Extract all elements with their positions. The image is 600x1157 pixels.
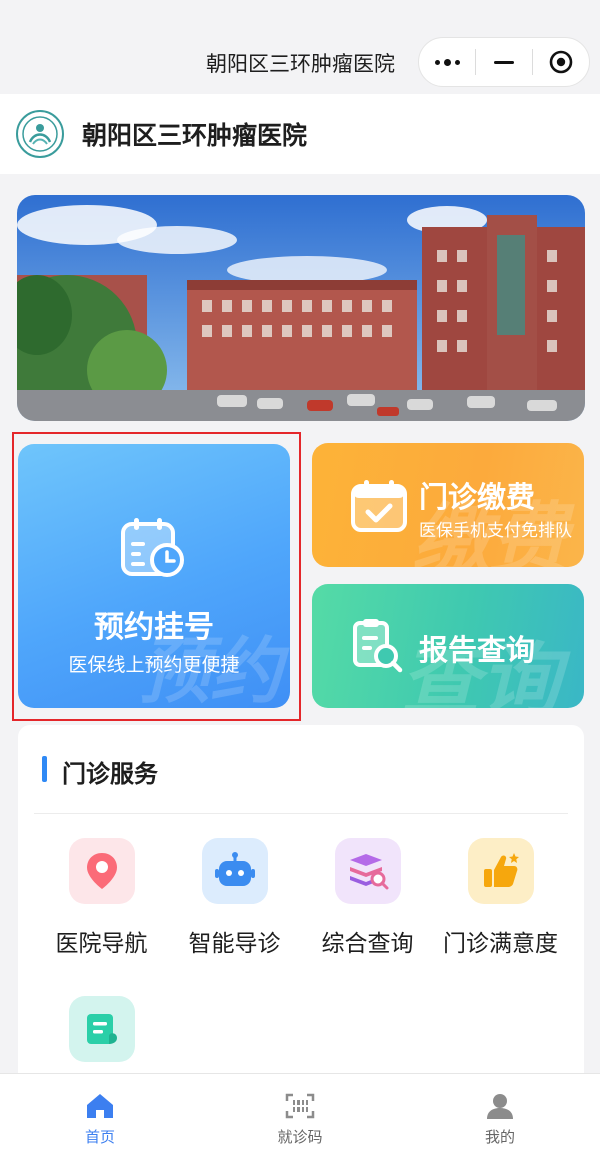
section-title-bar [42,756,47,782]
more-button[interactable] [419,38,475,86]
service-item-comprehensive-query[interactable]: 综合查询 [301,838,434,958]
payment-subtitle: 医保手机支付免排队 [419,521,572,541]
thumbs-up-icon [467,838,534,904]
topbar-title: 朝阳区三环肿瘤医院 [206,52,395,76]
tab-visit-code[interactable]: 就诊码 [200,1074,400,1157]
close-button[interactable] [533,38,589,86]
tab-label: 我的 [484,1128,515,1146]
section-title: 门诊服务 [62,760,158,788]
tab-label: 就诊码 [277,1128,323,1146]
tab-label: 首页 [84,1128,115,1146]
service-item-outpatient-satisfaction[interactable]: 门诊满意度 [434,838,567,958]
section-divider [34,813,568,814]
service-item-smart-guide[interactable]: 智能导诊 [168,838,301,958]
service-item-label: 门诊满意度 [443,931,558,957]
report-title: 报告查询 [419,633,536,667]
service-item-label: 综合查询 [321,931,414,957]
highlight-box [12,432,301,721]
more-dots-icon [434,58,460,66]
mini-program-topbar: 朝阳区三环肿瘤医院 [0,0,600,94]
page-header: 朝阳区三环肿瘤医院 [0,94,600,174]
bottom-tab-bar: 首页 就诊码 我的 [0,1073,600,1157]
scroll-document-icon [68,996,135,1062]
report-search-icon [353,619,403,673]
payment-title: 门诊缴费 [419,480,536,514]
payment-card[interactable]: 缴费 门诊缴费 医保手机支付免排队 [312,443,584,567]
scan-code-icon [285,1093,315,1119]
robot-icon [201,838,268,904]
service-item-hospital-navigation[interactable]: 医院导航 [35,838,168,958]
minus-icon [494,60,514,64]
minimize-button[interactable] [476,38,532,86]
user-icon [487,1094,513,1119]
service-item-label: 医院导航 [55,931,148,957]
tab-mine[interactable]: 我的 [400,1074,600,1157]
service-item-scroll[interactable] [35,996,168,1062]
service-item-label: 智能导诊 [188,931,281,957]
location-pin-icon [68,838,135,904]
capsule-menu [418,37,590,87]
home-icon [87,1094,113,1118]
tab-home[interactable]: 首页 [0,1074,200,1157]
target-icon [549,50,573,74]
outpatient-service-panel: 门诊服务 医院导航 智能导诊 综合查询 门诊满意度 [18,725,584,1105]
hospital-name: 朝阳区三环肿瘤医院 [82,121,308,150]
books-search-icon [334,838,401,904]
calendar-check-icon [351,480,407,532]
report-card[interactable]: 查询 报告查询 [312,584,584,708]
hospital-logo [16,110,64,158]
hospital-banner-image[interactable] [17,195,585,421]
